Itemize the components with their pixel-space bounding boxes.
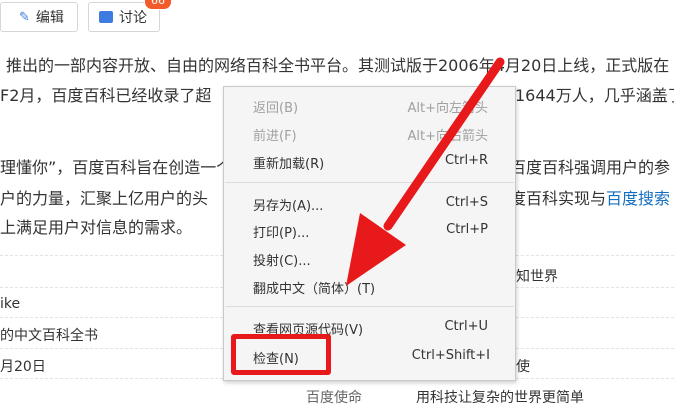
annotation-arrow-icon [346,57,505,286]
